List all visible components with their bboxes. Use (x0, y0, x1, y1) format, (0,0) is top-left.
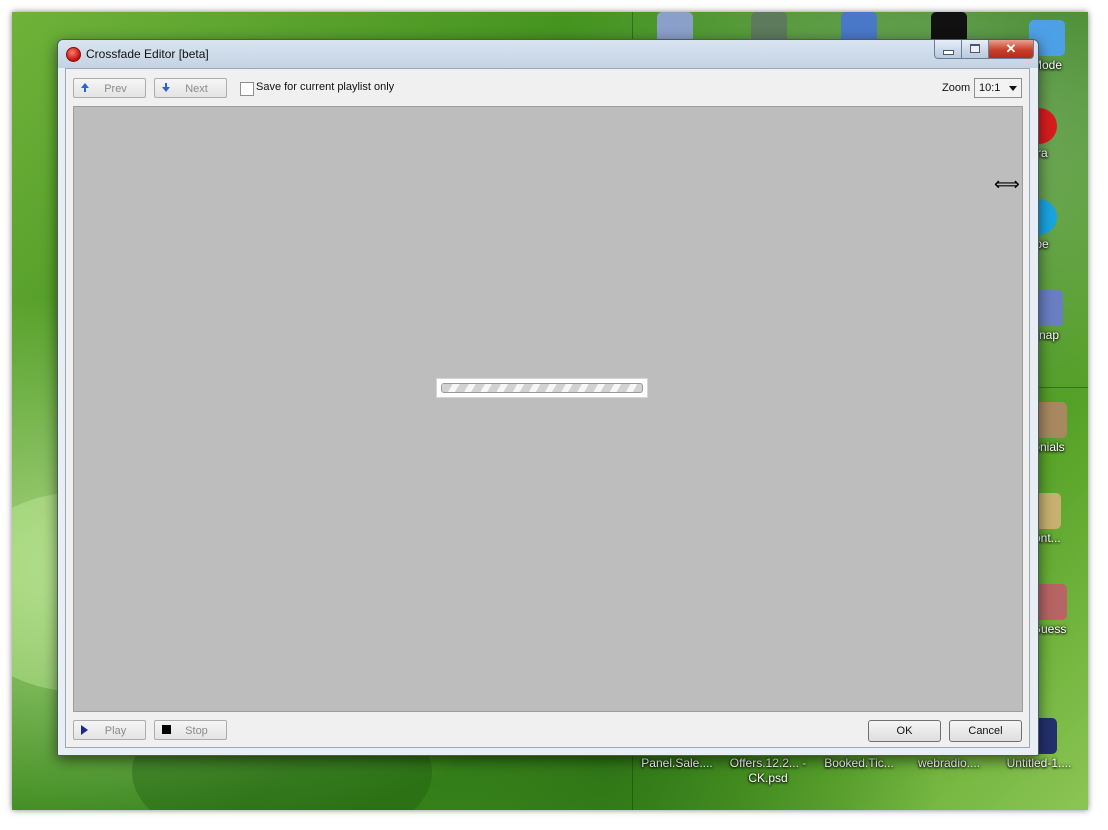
play-button[interactable]: Play (73, 720, 146, 740)
app-icon (66, 47, 81, 62)
desktop-icon-label: Booked.Tic... (824, 756, 894, 770)
save-playlist-checkbox[interactable] (240, 82, 254, 96)
loading-progress-bar (436, 378, 648, 398)
desktop-icon-label: webradio.... (917, 756, 981, 770)
chevron-down-icon (1009, 86, 1017, 91)
window-controls: ✕ (934, 40, 1034, 59)
desktop-icon-label: Panel.Sale.... (641, 756, 713, 770)
desktop-icon-label: Offers.12.2... - CK.psd (729, 756, 807, 785)
minimize-button[interactable] (934, 40, 962, 59)
desktop-icon-label: Untitled-1.... (1006, 756, 1072, 770)
title-bar[interactable]: Crossfade Editor [beta] ✕ (58, 40, 1038, 68)
prev-button-label: Prev (104, 83, 127, 95)
zoom-label: Zoom (942, 82, 971, 94)
ok-button[interactable]: OK (868, 720, 941, 742)
close-icon: ✕ (1005, 41, 1017, 56)
stop-button[interactable]: Stop (154, 720, 227, 740)
zoom-select[interactable]: 10:1 (974, 78, 1022, 98)
save-playlist-label[interactable]: Save for current playlist only (256, 81, 394, 93)
prev-button[interactable]: Prev (73, 78, 146, 98)
play-button-label: Play (104, 725, 127, 737)
progress-bar-fill (441, 383, 643, 393)
waveform-panel[interactable]: ⟺ (73, 106, 1023, 712)
maximize-button[interactable] (962, 40, 989, 59)
zoom-value: 10:1 (979, 82, 1001, 94)
horizontal-resize-cursor-icon: ⟺ (994, 174, 1020, 194)
stop-button-label: Stop (185, 725, 208, 737)
cancel-button[interactable]: Cancel (949, 720, 1022, 742)
close-button[interactable]: ✕ (989, 40, 1034, 59)
next-button[interactable]: Next (154, 78, 227, 98)
editor-client-area: Prev Next Save for current playlist only… (65, 68, 1030, 748)
crossfade-editor-window: Crossfade Editor [beta] ✕ Prev Next Save… (57, 39, 1039, 756)
next-button-label: Next (185, 83, 208, 95)
window-title: Crossfade Editor [beta] (86, 47, 209, 61)
